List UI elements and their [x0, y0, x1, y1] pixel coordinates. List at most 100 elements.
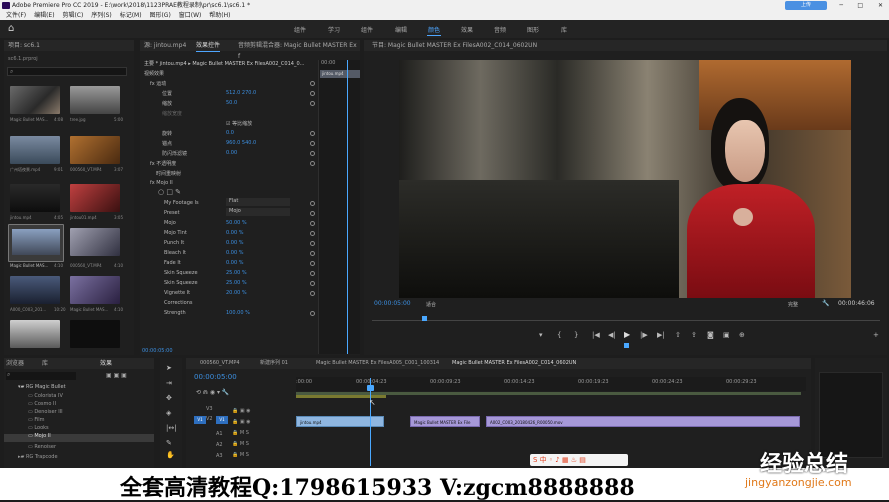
track-select-tool-icon[interactable]: ⇥: [166, 379, 172, 387]
footage-dropdown[interactable]: Flat: [226, 198, 290, 206]
skin-squeeze-value[interactable]: 25.00 %: [226, 270, 247, 276]
program-tab[interactable]: 节目: Magic Bullet MASTER Ex FilesA002_C01…: [364, 40, 887, 51]
motion-effect[interactable]: fx 运动: [150, 80, 166, 87]
mojo-value[interactable]: 50.00 %: [226, 220, 247, 226]
close-icon[interactable]: ✕: [878, 0, 883, 11]
opacity-effect[interactable]: fx 不透明度: [150, 160, 176, 167]
quality-dropdown[interactable]: 完整: [788, 301, 798, 308]
track-toggle-icons[interactable]: 🔒 ▣ ◉ 🔒 ▣ ◉ 🔒 M S 🔒 M S 🔒 M S: [232, 406, 251, 461]
timeline-clip-v1[interactable]: Magic Bullet MASTER Ex File: [410, 416, 480, 427]
skin-squeeze-2-value[interactable]: 25.00 %: [226, 280, 247, 286]
tab-media-browser[interactable]: 浏览器: [6, 358, 24, 369]
effect-item[interactable]: ▭ Cosmo II: [28, 401, 56, 407]
slip-tool-icon[interactable]: |↔|: [166, 424, 177, 432]
menu-graphics[interactable]: 图形(G): [149, 12, 170, 19]
anti-flicker-value[interactable]: 0.00: [226, 150, 237, 156]
menu-edit[interactable]: 编辑(E): [34, 12, 54, 19]
step-back-icon[interactable]: ◀|: [608, 331, 616, 339]
tab-effects[interactable]: 效果: [100, 358, 112, 369]
project-search-input[interactable]: ⌕: [7, 67, 127, 76]
reset-icon[interactable]: [310, 271, 315, 276]
scale-value[interactable]: 50.0: [226, 100, 237, 106]
timeline-timecode[interactable]: 00:00:05:00: [194, 373, 237, 381]
program-video-frame[interactable]: [399, 60, 851, 298]
menu-window[interactable]: 窗口(W): [179, 12, 202, 19]
sequence-tab[interactable]: Magic Bullet MASTER Ex FilesA005_C001_10…: [316, 358, 439, 369]
workspace-tab[interactable]: 图形: [527, 25, 539, 34]
sequence-tab[interactable]: 新建序列 01: [260, 358, 288, 369]
effect-item[interactable]: ▭ Film: [28, 417, 45, 423]
upload-button[interactable]: 上传: [785, 1, 827, 10]
position-value[interactable]: 512.0 270.0: [226, 90, 256, 96]
effect-item[interactable]: ▭ Renoiser: [28, 444, 56, 450]
effects-filter-icons[interactable]: ▣ ▣ ▣: [106, 372, 127, 379]
uniform-scale-checkbox[interactable]: ☑ 等比缩放: [226, 120, 252, 127]
project-thumbnail[interactable]: [10, 320, 60, 348]
project-thumbnail[interactable]: [70, 86, 120, 114]
track-target-v1[interactable]: V1: [216, 416, 228, 424]
workspace-tab[interactable]: 学习: [328, 25, 340, 34]
timeline-snap-icons[interactable]: ⟲ ⋒ ◉ ▾ 🔧: [196, 389, 229, 396]
project-tab[interactable]: 项目: sc6.1: [4, 40, 134, 51]
playhead-handle[interactable]: [367, 385, 374, 391]
reset-icon[interactable]: [310, 231, 315, 236]
workspace-tab[interactable]: 组件: [294, 25, 306, 34]
punch-it-value[interactable]: 0.00 %: [226, 240, 243, 246]
sequence-tab-active[interactable]: Magic Bullet MASTER Ex FilesA002_C014_06…: [452, 358, 576, 369]
add-marker-icon[interactable]: ▾: [539, 331, 543, 339]
anchor-value[interactable]: 960.0 540.0: [226, 140, 256, 146]
maximize-icon[interactable]: □: [857, 0, 863, 11]
project-thumbnail[interactable]: [10, 276, 60, 304]
reset-icon[interactable]: [310, 241, 315, 246]
razor-tool-icon[interactable]: ◈: [166, 409, 171, 417]
reset-icon[interactable]: [310, 261, 315, 266]
menu-sequence[interactable]: 序列(S): [91, 12, 112, 19]
comparison-view-icon[interactable]: ▣: [723, 331, 730, 339]
effect-item[interactable]: ▭ Denoiser III: [28, 409, 63, 415]
project-thumbnail[interactable]: [10, 136, 60, 164]
project-thumbnail[interactable]: [10, 184, 60, 212]
tab-audio-mixer[interactable]: 音频剪辑混合器: Magic Bullet MASTER Ex f: [238, 40, 360, 62]
mojo-tint-value[interactable]: 0.00 %: [226, 230, 243, 236]
mark-out-icon[interactable]: }: [574, 331, 578, 339]
mark-in-icon[interactable]: {: [557, 331, 561, 339]
home-icon[interactable]: ⌂: [8, 23, 14, 34]
effect-item[interactable]: ▭ Colorista IV: [28, 393, 63, 399]
vr-video-icon[interactable]: ⊕: [739, 331, 745, 339]
reset-icon[interactable]: [310, 151, 315, 156]
fit-dropdown[interactable]: 适合: [426, 301, 436, 308]
menu-file[interactable]: 文件(F): [6, 12, 26, 19]
project-thumbnail[interactable]: [70, 228, 120, 256]
reset-icon[interactable]: [310, 101, 315, 106]
workspace-tab[interactable]: 编辑: [395, 25, 407, 34]
mojo-effect[interactable]: fx Mojo II: [150, 180, 173, 186]
rotation-value[interactable]: 0.0: [226, 130, 234, 136]
go-to-in-icon[interactable]: |◀: [592, 331, 600, 339]
workspace-tab[interactable]: 效果: [461, 25, 473, 34]
ime-toolbar-icons[interactable]: S 中 ◦ ♪ ▦ ♨ ▤: [530, 454, 628, 466]
reset-icon[interactable]: [310, 81, 315, 86]
workspace-tab-active[interactable]: 颜色: [428, 25, 440, 34]
reset-icon[interactable]: [310, 201, 315, 206]
program-timecode[interactable]: 00:00:05:00: [374, 300, 411, 307]
reset-icon[interactable]: [310, 281, 315, 286]
time-remap-effect[interactable]: 时间重映射: [156, 170, 181, 177]
workspace-tab[interactable]: 库: [561, 25, 567, 34]
pen-tool-icon[interactable]: ✎: [166, 439, 172, 447]
effects-folder[interactable]: ▸▰ RG Trapcode: [18, 454, 58, 460]
vignette-it-value[interactable]: 20.00 %: [226, 290, 247, 296]
project-thumbnail[interactable]: [70, 184, 120, 212]
reset-icon[interactable]: [310, 291, 315, 296]
project-thumbnail[interactable]: [70, 276, 120, 304]
workspace-tab[interactable]: 音频: [494, 25, 506, 34]
program-playhead[interactable]: [422, 316, 427, 321]
bleach-it-value[interactable]: 0.00 %: [226, 250, 243, 256]
mini-timeline-clip[interactable]: jintou.mp4: [320, 70, 360, 78]
reset-icon[interactable]: [310, 211, 315, 216]
play-icon[interactable]: ▶: [624, 330, 630, 339]
wrench-icon[interactable]: 🔧: [822, 300, 829, 307]
strength-value[interactable]: 100.00 %: [226, 310, 250, 316]
step-forward-icon[interactable]: |▶: [640, 331, 648, 339]
hand-tool-icon[interactable]: ✋: [166, 451, 175, 459]
extract-icon[interactable]: ⇪: [691, 331, 697, 339]
